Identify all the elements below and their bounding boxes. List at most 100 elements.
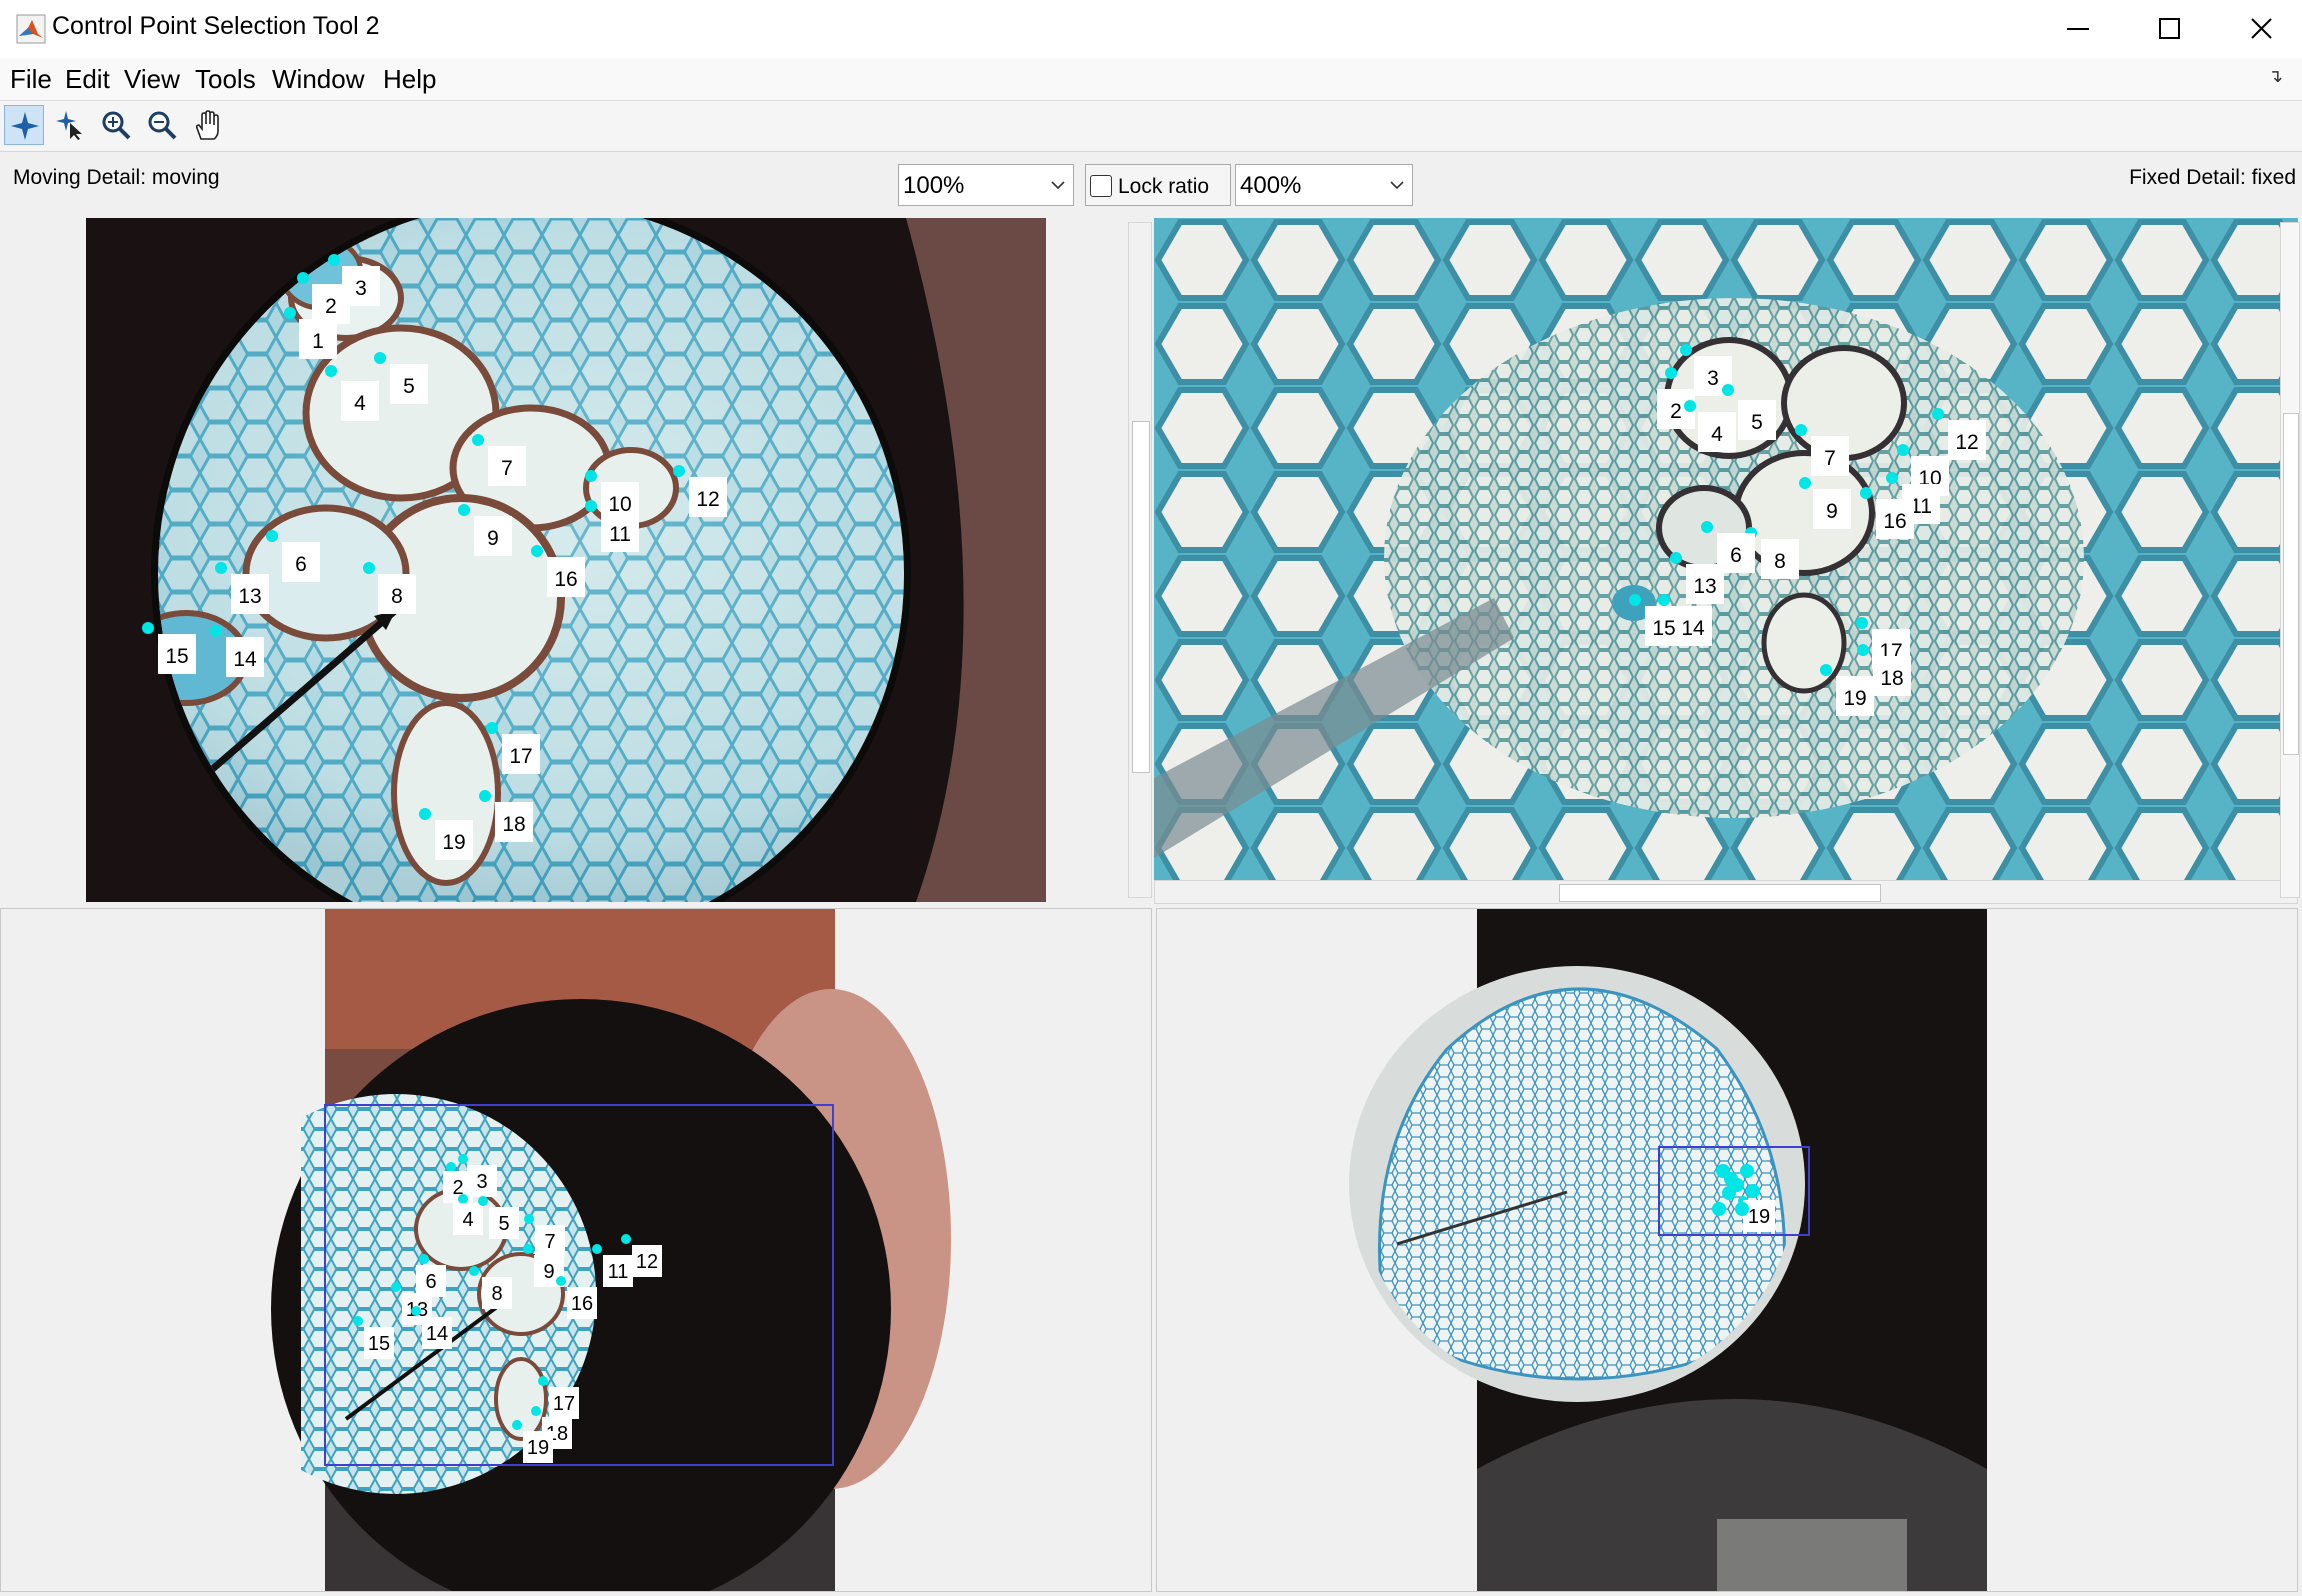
control-point-label: 4 [354, 392, 366, 415]
fixed-zoom-select[interactable]: 400% [1235, 164, 1413, 206]
control-point-marker[interactable] [479, 790, 491, 802]
control-point-marker[interactable] [1799, 477, 1811, 489]
control-point-marker[interactable] [1665, 367, 1677, 379]
control-point-marker[interactable] [142, 622, 154, 634]
control-point-marker[interactable] [419, 808, 431, 820]
control-point-marker[interactable] [1680, 344, 1692, 356]
zoom-in-button[interactable] [96, 105, 136, 145]
moving-overview[interactable]: 23456789111213141516171819 [0, 908, 1152, 1592]
control-point-marker[interactable] [556, 1276, 566, 1286]
control-point-marker[interactable] [1684, 400, 1696, 412]
control-point-marker[interactable] [1746, 1184, 1760, 1198]
checkbox-box[interactable] [1090, 175, 1112, 197]
menu-tools[interactable]: Tools [195, 64, 256, 95]
scroll-thumb[interactable] [2283, 413, 2299, 755]
control-point-marker[interactable] [284, 307, 296, 319]
control-point-label: 19 [1843, 687, 1866, 710]
control-point-marker[interactable] [512, 1420, 522, 1430]
control-point-marker[interactable] [266, 530, 278, 542]
menu-view[interactable]: View [124, 64, 180, 95]
control-point-marker[interactable] [391, 1282, 401, 1292]
control-point-marker[interactable] [1712, 1202, 1726, 1216]
control-point-marker[interactable] [472, 434, 484, 446]
control-point-marker[interactable] [1795, 424, 1807, 436]
control-point-marker[interactable] [1735, 1202, 1749, 1216]
close-button[interactable] [2216, 0, 2302, 58]
menu-help[interactable]: Help [383, 64, 436, 95]
control-point-marker[interactable] [1722, 1186, 1736, 1200]
control-point-marker[interactable] [328, 254, 340, 266]
control-point-marker[interactable] [325, 365, 337, 377]
control-point-marker[interactable] [585, 500, 597, 512]
fixed-detail-image[interactable]: 2 3 4 5 7 8 9 10 11 12 6 13 14 15 16 17 18 19 [1154, 218, 2298, 880]
moving-overview-canvas[interactable]: 23456789111213141516171819 [1, 909, 1151, 1591]
toolbar [0, 101, 2302, 152]
control-point-marker[interactable] [1820, 664, 1832, 676]
moving-detail-image[interactable]: 1 2 3 4 5 6 7 8 9 10 11 12 13 14 15 16 17 18 19 [86, 218, 1046, 902]
control-point-marker[interactable] [210, 625, 222, 637]
moving-zoom-select[interactable]: 100% [898, 164, 1074, 206]
control-point-marker[interactable] [531, 1406, 541, 1416]
control-point-marker[interactable] [419, 1254, 429, 1264]
menu-file[interactable]: File [10, 64, 52, 95]
add-point-button[interactable] [4, 105, 44, 145]
fixed-detail-right-scrollbar[interactable] [2280, 222, 2300, 898]
fixed-detail-label: Fixed Detail: fixed [2129, 166, 2296, 189]
control-point-label: 14 [426, 1323, 448, 1345]
control-point-marker[interactable] [1740, 1164, 1754, 1178]
control-point-marker[interactable] [1897, 444, 1909, 456]
control-point-marker[interactable] [458, 504, 470, 516]
pan-button[interactable] [188, 105, 228, 145]
control-point-marker[interactable] [486, 722, 498, 734]
fixed-overview-canvas[interactable]: 19 [1157, 909, 2297, 1591]
control-point-marker[interactable] [523, 1244, 533, 1254]
control-point-marker[interactable] [469, 1266, 479, 1276]
minimize-button[interactable] [2032, 0, 2124, 58]
scroll-thumb[interactable] [1559, 884, 1881, 902]
control-point-marker[interactable] [1857, 644, 1869, 656]
fixed-detail-vertical-scrollbar[interactable] [1128, 222, 1152, 898]
control-point-label: 7 [501, 457, 513, 480]
control-point-marker[interactable] [353, 1316, 363, 1326]
control-point-marker[interactable] [1670, 552, 1682, 564]
control-point-marker[interactable] [1856, 617, 1868, 629]
control-point-marker[interactable] [1629, 594, 1641, 606]
fixed-detail-canvas[interactable]: 2345789101112613141516171819 [1154, 218, 2298, 880]
control-point-marker[interactable] [1701, 521, 1713, 533]
control-point-label: 11 [608, 1261, 629, 1283]
control-point-label: 13 [238, 585, 261, 608]
control-point-marker[interactable] [363, 562, 375, 574]
control-point-marker[interactable] [1658, 594, 1670, 606]
control-point-marker[interactable] [524, 1214, 534, 1224]
control-point-marker[interactable] [1932, 408, 1944, 420]
moving-detail-canvas[interactable]: 12345678910111213141516171819 [86, 218, 1046, 902]
control-point-marker[interactable] [538, 1376, 548, 1386]
fixed-detail-horizontal-scrollbar[interactable] [1154, 880, 2298, 904]
control-point-marker[interactable] [1886, 472, 1898, 484]
control-point-marker[interactable] [1722, 384, 1734, 396]
select-point-button[interactable] [50, 105, 90, 145]
control-point-marker[interactable] [374, 352, 386, 364]
control-point-marker[interactable] [411, 1306, 421, 1316]
fixed-overview[interactable]: 19 [1156, 908, 2298, 1592]
lock-ratio-checkbox[interactable]: Lock ratio [1085, 164, 1231, 206]
control-point-label: 15 [368, 1333, 390, 1355]
control-point-marker[interactable] [1860, 487, 1872, 499]
control-point-marker[interactable] [673, 465, 685, 477]
control-point-marker[interactable] [621, 1234, 631, 1244]
control-point-marker[interactable] [478, 1196, 488, 1206]
menu-window[interactable]: Window [272, 64, 364, 95]
control-point-marker[interactable] [446, 1162, 456, 1172]
control-point-marker[interactable] [215, 562, 227, 574]
control-point-marker[interactable] [592, 1244, 602, 1254]
scroll-thumb[interactable] [1132, 421, 1150, 773]
menu-edit[interactable]: Edit [65, 64, 110, 95]
maximize-button[interactable] [2124, 0, 2216, 58]
dock-arrow-icon[interactable]: ↴ [2268, 66, 2283, 87]
control-point-marker[interactable] [297, 272, 309, 284]
control-point-marker[interactable] [458, 1194, 468, 1204]
control-point-marker[interactable] [585, 470, 597, 482]
control-point-marker[interactable] [458, 1154, 468, 1164]
control-point-marker[interactable] [531, 545, 543, 557]
zoom-out-button[interactable] [142, 105, 182, 145]
